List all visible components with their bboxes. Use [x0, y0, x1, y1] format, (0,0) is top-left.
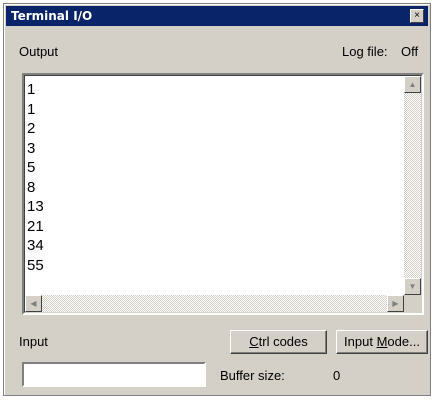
buffer-size-value: 0: [333, 368, 341, 383]
terminal-io-window: Terminal I/O × Output Log file: Off 1 1 2 3…: [3, 3, 431, 396]
input-mode-button[interactable]: Input Mode...: [336, 330, 428, 354]
scroll-down-icon[interactable]: ▼: [404, 278, 421, 295]
output-line: 1: [27, 81, 36, 98]
ctrl-codes-button[interactable]: Ctrl codes: [230, 330, 327, 354]
output-lines: 1 1 2 3 5 8 13 21 34 55: [27, 80, 407, 275]
ctrl-codes-mnemonic: C: [249, 334, 259, 349]
horizontal-scrollbar[interactable]: ◀ ▶: [25, 295, 404, 312]
output-line: 13: [27, 198, 44, 215]
ctrl-codes-rest: trl codes: [258, 334, 308, 349]
log-file-label: Log file:: [342, 44, 388, 59]
title-bar[interactable]: Terminal I/O ×: [6, 6, 428, 26]
close-icon[interactable]: ×: [410, 9, 424, 23]
scroll-up-icon[interactable]: ▲: [404, 76, 421, 93]
output-line: 1: [27, 100, 36, 118]
buffer-size-label: Buffer size:: [220, 368, 285, 383]
log-file-value: Off: [401, 44, 419, 59]
vertical-scrollbar[interactable]: ▲ ▼: [404, 76, 421, 295]
scroll-right-icon[interactable]: ▶: [387, 295, 404, 312]
output-line: 55: [27, 256, 44, 274]
output-line: 8: [27, 178, 36, 196]
output-line: 2: [27, 120, 36, 137]
input-field[interactable]: [22, 362, 206, 387]
scrollbar-corner: [404, 295, 421, 312]
output-area[interactable]: 1 1 2 3 5 8 13 21 34 55 ▲ ▼ ◀ ▶: [22, 73, 424, 315]
input-mode-rest: ode...: [387, 334, 420, 349]
input-mode-prefix: Input: [344, 334, 377, 349]
output-frame: 1 1 2 3 5 8 13 21 34 55 ▲ ▼ ◀ ▶: [24, 75, 422, 313]
output-line: 5: [27, 159, 36, 176]
output-line: 21: [27, 217, 44, 235]
input-label: Input: [19, 334, 48, 349]
window-title: Terminal I/O: [11, 9, 93, 23]
scroll-left-icon[interactable]: ◀: [25, 295, 42, 312]
output-label: Output: [19, 44, 59, 59]
output-line: 3: [27, 139, 36, 157]
output-line: 34: [27, 237, 44, 254]
input-mode-mnemonic: M: [376, 334, 388, 349]
